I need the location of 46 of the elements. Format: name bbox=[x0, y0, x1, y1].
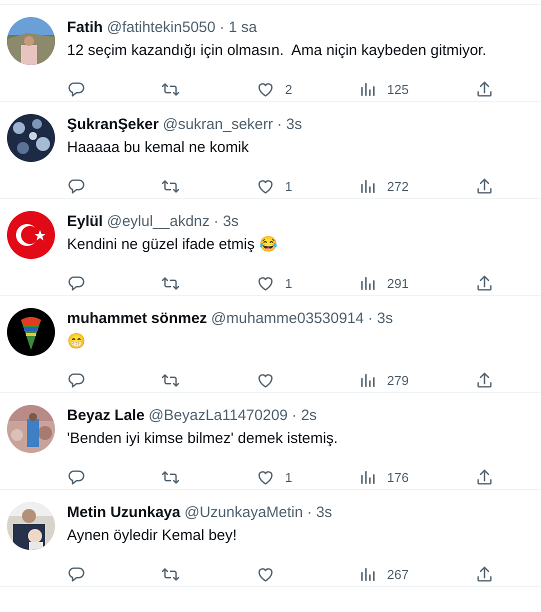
reply-text: Kendini ne güzel ifade etmiş 😂 bbox=[67, 235, 279, 255]
user-name: Beyaz Lale bbox=[67, 406, 145, 426]
reply-text: Aynen öyledir Kemal bey! bbox=[67, 526, 238, 546]
post-time[interactable]: · 3s bbox=[368, 309, 393, 329]
reply-text: Haaaaa bu kemal ne komik bbox=[67, 138, 250, 158]
view-count: 272 bbox=[387, 178, 409, 194]
view-count: 291 bbox=[387, 276, 409, 290]
reply-icon[interactable] bbox=[67, 370, 86, 390]
post-time[interactable]: · 3s bbox=[306, 503, 332, 523]
post-time[interactable]: · 3s bbox=[214, 212, 239, 232]
view-count: 267 bbox=[387, 566, 409, 582]
user-handle: @fatihtekin5050 bbox=[106, 18, 216, 38]
view-count: 176 bbox=[387, 470, 409, 484]
reply-icon[interactable] bbox=[67, 274, 86, 292]
user-name: muhammet sönmez bbox=[67, 309, 208, 329]
user-name: Eylül bbox=[67, 212, 103, 232]
like-count: 1 bbox=[285, 470, 292, 484]
reply-icon[interactable] bbox=[67, 176, 86, 196]
user-name: ŞukranŞeker bbox=[67, 115, 159, 135]
post-time[interactable]: · 2s bbox=[292, 406, 317, 426]
reply-icon[interactable] bbox=[67, 468, 86, 486]
user-handle: @muhamme03530914 bbox=[211, 309, 364, 329]
like-count: 2 bbox=[285, 82, 292, 96]
user-name: Metin Uzunkaya bbox=[67, 503, 180, 523]
user-handle: @sukran_sekerr bbox=[162, 115, 274, 135]
reply-text: 12 seçim kazandığı için olmasın. Ama niçin kaybeden gitmiyor. bbox=[67, 41, 488, 61]
share-icon[interactable] bbox=[475, 370, 494, 390]
reply-icon[interactable] bbox=[67, 80, 86, 98]
reply-icon[interactable] bbox=[67, 564, 86, 584]
user-handle: @UzunkayaMetin bbox=[184, 503, 303, 523]
like-count: 1 bbox=[285, 178, 292, 194]
like-count: 1 bbox=[285, 276, 292, 290]
share-icon[interactable] bbox=[475, 274, 494, 292]
reply-text: 😁 bbox=[67, 332, 87, 352]
share-icon[interactable] bbox=[475, 176, 494, 196]
reply-text: 'Benden iyi kimse bilmez' demek istemiş. bbox=[67, 429, 339, 449]
share-icon[interactable] bbox=[475, 468, 494, 486]
post-time[interactable]: · 1 sa bbox=[219, 18, 257, 38]
post-time[interactable]: · 3s bbox=[277, 115, 302, 135]
share-icon[interactable] bbox=[475, 564, 494, 584]
user-handle: @BeyazLa11470209 bbox=[148, 406, 288, 426]
user-handle: @eylul__akdnz bbox=[106, 212, 210, 232]
user-name: Fatih bbox=[67, 18, 103, 38]
view-count: 279 bbox=[387, 372, 409, 388]
share-icon[interactable] bbox=[475, 80, 494, 98]
view-count: 125 bbox=[387, 82, 409, 96]
